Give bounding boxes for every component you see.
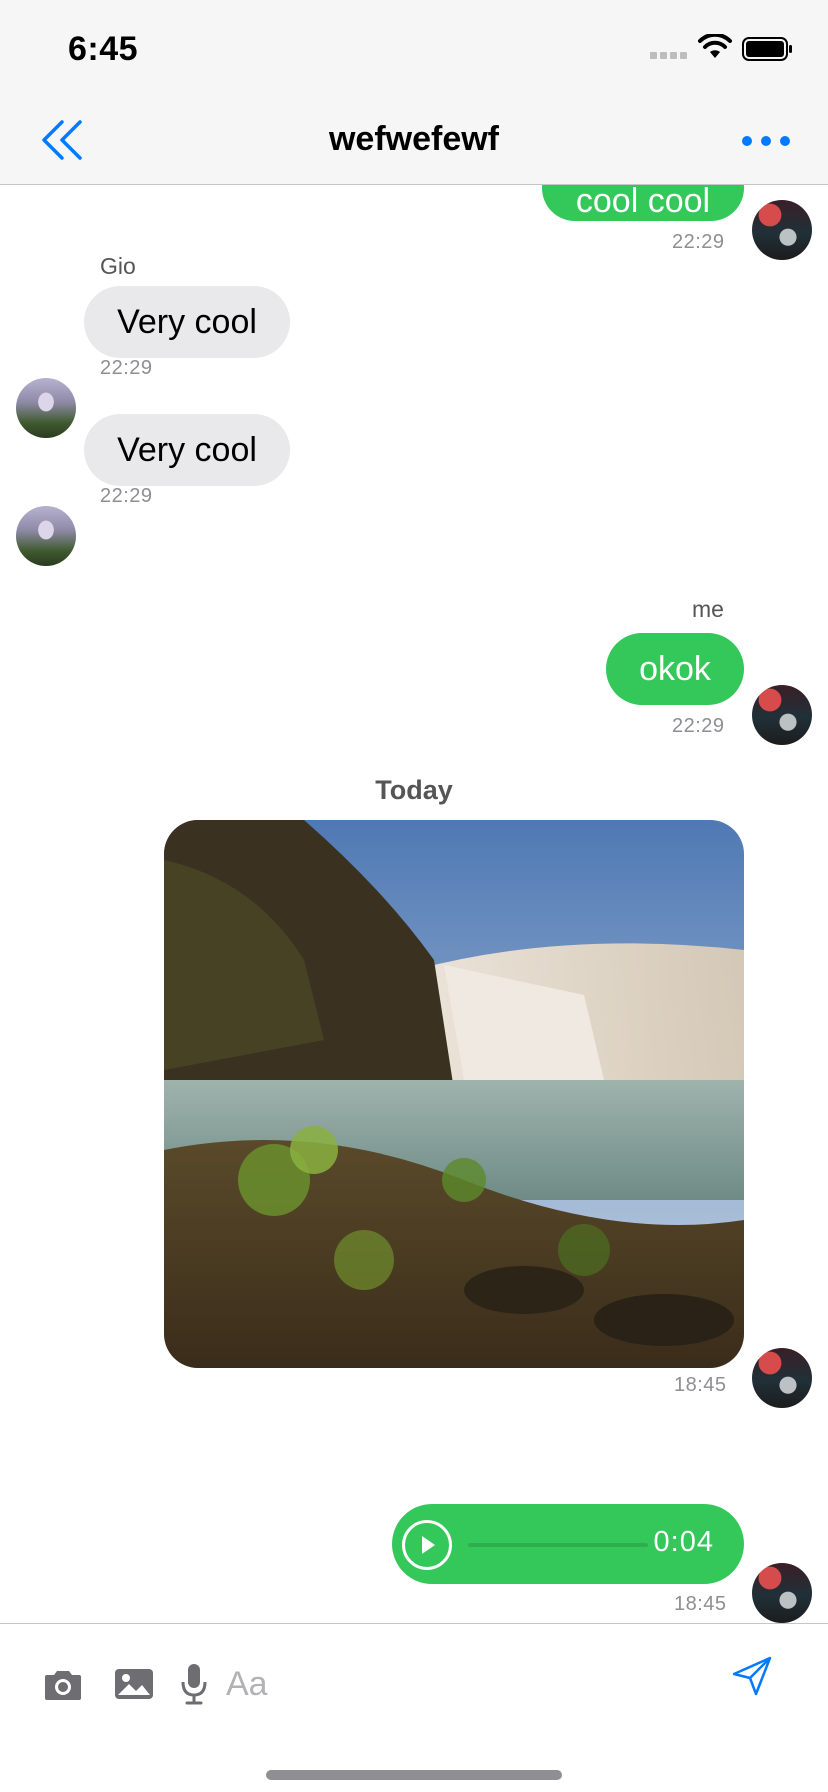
play-button[interactable] — [402, 1520, 452, 1570]
photo-library-icon[interactable] — [114, 1667, 154, 1701]
cellular-signal-icon — [650, 52, 687, 59]
avatar-gio[interactable] — [16, 378, 76, 438]
microphone-icon[interactable] — [180, 1662, 208, 1706]
avatar-gio[interactable] — [16, 506, 76, 566]
voice-progress-track[interactable] — [468, 1543, 648, 1547]
camera-icon[interactable] — [42, 1668, 84, 1702]
message-time: 22:29 — [100, 357, 153, 379]
message-text: cool cool — [575, 185, 711, 220]
waterfall-image — [164, 820, 744, 1368]
message-bubble-outgoing[interactable]: cool cool — [542, 185, 744, 221]
sender-name: Gio — [100, 253, 136, 279]
message-time: 22:29 — [672, 715, 725, 737]
play-icon — [422, 1536, 435, 1554]
message-bubble-incoming[interactable]: Very cool — [84, 414, 290, 486]
message-bubble-outgoing[interactable]: okok — [606, 633, 744, 705]
avatar-me[interactable] — [752, 1563, 812, 1623]
message-time: 22:29 — [672, 231, 725, 253]
message-bubble-incoming[interactable]: Very cool — [84, 286, 290, 358]
battery-icon — [742, 37, 792, 61]
message-time: 18:45 — [674, 1593, 727, 1615]
message-input[interactable] — [226, 1654, 696, 1714]
avatar-me[interactable] — [752, 685, 812, 745]
wifi-icon — [698, 34, 732, 58]
chat-title: wefwefewf — [328, 120, 500, 158]
message-text: Very cool — [117, 302, 257, 341]
message-text: okok — [639, 649, 711, 688]
image-message[interactable] — [164, 820, 744, 1368]
more-options-icon[interactable] — [736, 126, 796, 156]
home-indicator — [266, 1770, 562, 1780]
message-time: 18:45 — [674, 1374, 727, 1396]
message-list[interactable]: cool cool 22:29 Gio Very cool 22:29 Very… — [0, 185, 828, 1623]
avatar-me[interactable] — [752, 1348, 812, 1408]
message-time: 22:29 — [100, 485, 153, 507]
message-text: Very cool — [117, 430, 257, 469]
avatar-me[interactable] — [752, 200, 812, 260]
status-time: 6:45 — [68, 30, 139, 68]
voice-duration: 0:04 — [653, 1526, 714, 1558]
date-separator: Today — [375, 775, 453, 805]
voice-message[interactable]: 0:04 — [392, 1504, 744, 1584]
nav-bar: wefwefewf — [0, 96, 828, 185]
status-bar: 6:45 — [0, 0, 828, 96]
composer-bar — [0, 1623, 828, 1792]
sender-name: me — [692, 596, 724, 622]
send-icon[interactable] — [730, 1654, 774, 1698]
